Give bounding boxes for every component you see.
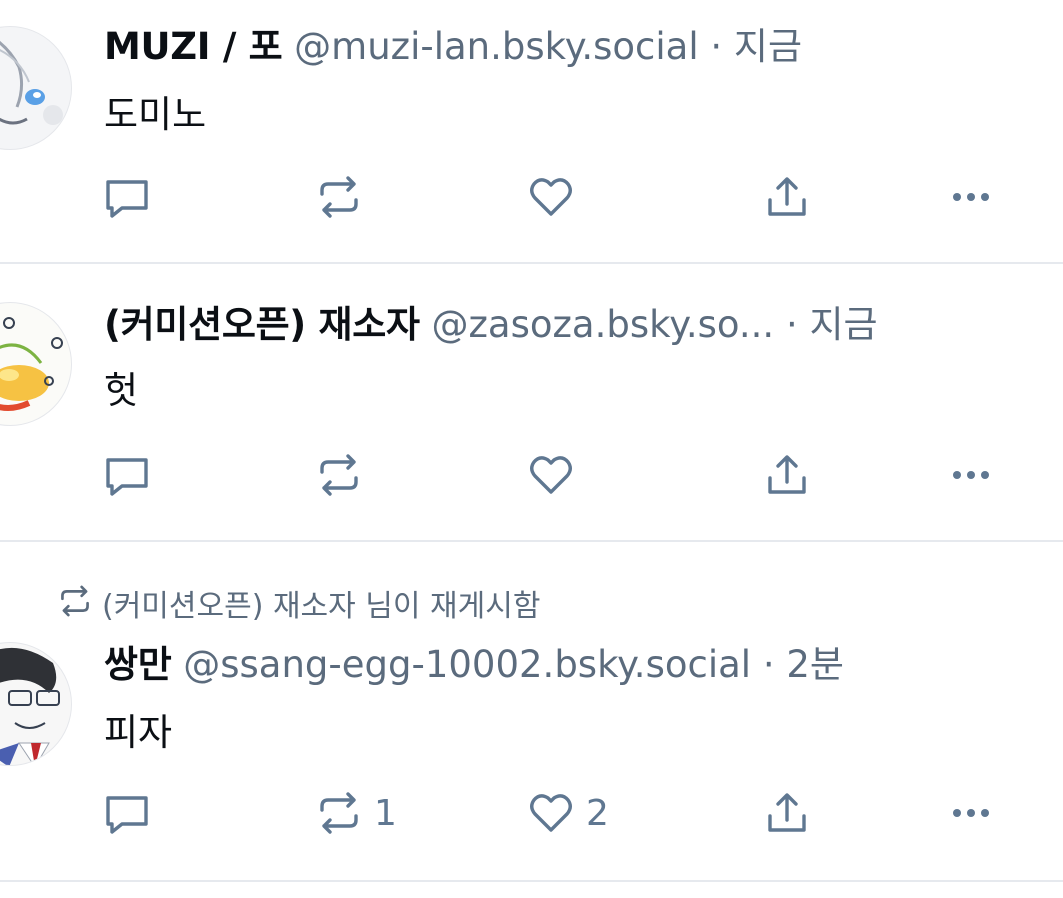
more-icon [948, 174, 994, 220]
post[interactable]: (커미션오픈) 재소자 @zasoza.bsky.so... · 지금 헛 [0, 264, 1063, 542]
reply-icon [104, 452, 150, 498]
author-name[interactable]: 쌍만 [104, 643, 172, 686]
post-time[interactable]: 2분 [786, 643, 844, 686]
separator-dot: · [710, 25, 723, 68]
more-button[interactable] [948, 450, 994, 500]
like-count: 2 [586, 792, 609, 834]
avatar[interactable] [0, 302, 72, 426]
heart-icon [528, 452, 574, 498]
post-text: 헛 [104, 369, 139, 412]
repost-icon [316, 174, 362, 220]
post-time[interactable]: 지금 [734, 25, 802, 68]
like-button[interactable]: 2 [528, 788, 609, 838]
like-button[interactable] [528, 172, 574, 222]
author-name[interactable]: MUZI / 포 [104, 25, 283, 68]
repost-button[interactable] [316, 450, 362, 500]
more-icon [948, 452, 994, 498]
author-handle[interactable]: @ssang-egg-10002.bsky.social [183, 643, 751, 686]
more-button[interactable] [948, 788, 994, 838]
more-icon [948, 790, 994, 836]
share-icon [764, 452, 810, 498]
post-text: 피자 [104, 711, 173, 754]
heart-icon [528, 790, 574, 836]
repost-button[interactable] [316, 172, 362, 222]
share-button[interactable] [764, 172, 810, 222]
like-button[interactable] [528, 450, 574, 500]
post-time[interactable]: 지금 [809, 303, 877, 346]
reply-button[interactable] [104, 788, 150, 838]
avatar[interactable] [0, 26, 72, 150]
post[interactable]: MUZI / 포 @muzi-lan.bsky.social · 지금 도미노 [0, 0, 1063, 264]
share-button[interactable] [764, 450, 810, 500]
avatar[interactable] [0, 642, 72, 766]
share-icon [764, 174, 810, 220]
repost-button[interactable]: 1 [316, 788, 397, 838]
author-handle[interactable]: @zasoza.bsky.so... [432, 303, 775, 346]
share-icon [764, 790, 810, 836]
repost-count: 1 [374, 792, 397, 834]
author-handle[interactable]: @muzi-lan.bsky.social [294, 25, 698, 68]
reply-button[interactable] [104, 450, 150, 500]
share-button[interactable] [764, 788, 810, 838]
reply-icon [104, 790, 150, 836]
post-text: 도미노 [104, 93, 207, 136]
reply-button[interactable] [104, 172, 150, 222]
repost-icon [316, 452, 362, 498]
author-name[interactable]: (커미션오픈) 재소자 [104, 303, 420, 346]
reply-icon [104, 174, 150, 220]
heart-icon [528, 174, 574, 220]
post[interactable]: 쌍만 @ssang-egg-10002.bsky.social · 2분 피자 … [0, 542, 1063, 882]
separator-dot: · [785, 303, 798, 346]
separator-dot: · [762, 643, 775, 686]
more-button[interactable] [948, 172, 994, 222]
repost-icon [316, 790, 362, 836]
